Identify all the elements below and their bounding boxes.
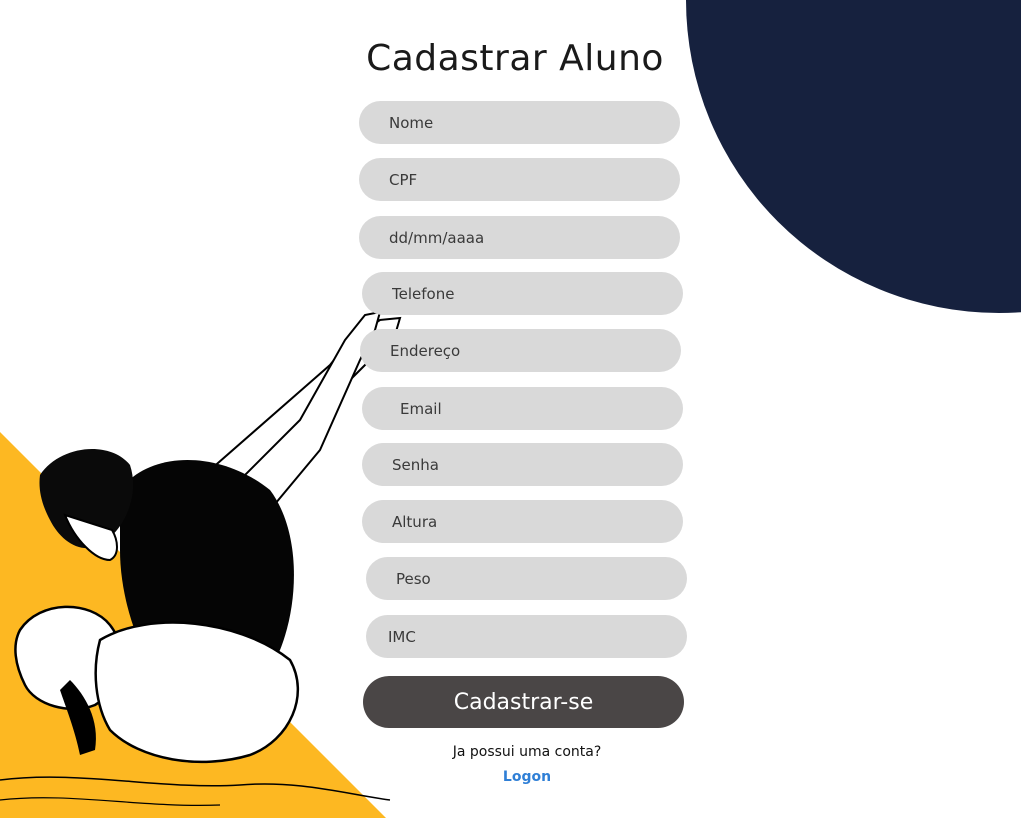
fighter-illustration <box>0 310 402 806</box>
have-account-text: Ja possui uma conta? <box>452 744 602 760</box>
register-button[interactable]: Cadastrar-se <box>363 676 684 728</box>
birthdate-field[interactable] <box>359 216 680 259</box>
imc-field[interactable] <box>366 615 687 658</box>
altura-field[interactable] <box>362 500 683 543</box>
endereco-field[interactable] <box>360 329 681 372</box>
peso-field[interactable] <box>366 557 687 600</box>
nome-field[interactable] <box>359 101 680 144</box>
register-page: Cadastrar Aluno Cadastrar-se Ja possui u… <box>0 0 1021 818</box>
email-field[interactable] <box>362 387 683 430</box>
cpf-field[interactable] <box>359 158 680 201</box>
page-title: Cadastrar Aluno <box>366 38 664 79</box>
telefone-field[interactable] <box>362 272 683 315</box>
senha-field[interactable] <box>362 443 683 486</box>
logon-link[interactable]: Logon <box>363 769 691 785</box>
